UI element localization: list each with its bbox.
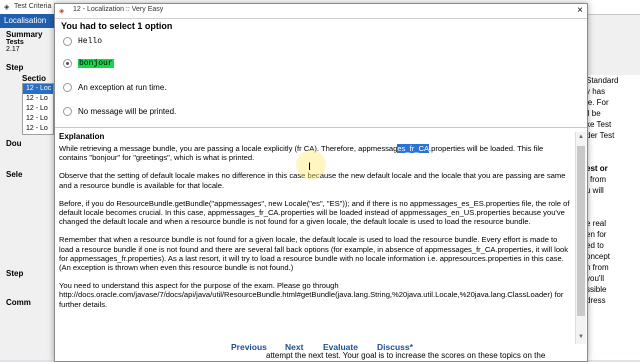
right-panel-text: Standard y has le. For ll be ke Test der… xyxy=(586,75,640,360)
option-label: bonjour xyxy=(78,59,114,69)
mouse-cursor-icon: I xyxy=(308,161,312,173)
option-no-message[interactable]: No message will be printed. xyxy=(63,107,176,121)
section-list[interactable]: 12 - Loc 12 - Lo 12 - Lo 12 - Lo 12 - Lo xyxy=(22,83,54,135)
text-line: oncept xyxy=(586,252,611,261)
text-line: n from xyxy=(586,263,609,272)
radio-button[interactable] xyxy=(63,59,72,69)
app-icon: ◈ xyxy=(59,8,65,15)
text-line xyxy=(586,207,640,218)
text-line xyxy=(586,141,640,152)
text-line: der Test xyxy=(586,131,615,140)
text-line xyxy=(586,196,640,207)
text-line: dress xyxy=(586,296,606,305)
radio-button[interactable] xyxy=(63,107,72,117)
explanation-heading: Explanation xyxy=(59,132,105,141)
question-dialog: ◈ 12 - Localization :: Very Easy × You h… xyxy=(54,3,588,362)
list-item[interactable]: 12 - Lo xyxy=(23,114,53,124)
option-label: Hello xyxy=(78,37,103,47)
text-line xyxy=(586,152,640,163)
divider xyxy=(55,127,587,128)
explanation-paragraph: Before, if you do ResourceBundle.getBund… xyxy=(59,198,570,227)
tests-label: Tests xyxy=(6,39,24,46)
radio-button[interactable] xyxy=(63,83,72,93)
text-line: le. For xyxy=(586,98,609,107)
close-icon[interactable]: × xyxy=(573,4,587,18)
background-window-title: Test Criteria xyxy=(14,3,52,10)
text-line: ssible xyxy=(586,285,607,294)
option-hello[interactable]: Hello xyxy=(63,37,102,51)
radio-button[interactable] xyxy=(63,37,72,47)
text-line: en for xyxy=(586,230,607,239)
text-line: y has xyxy=(586,87,606,96)
option-exception[interactable]: An exception at run time. xyxy=(63,83,167,97)
dialog-title-bar[interactable]: ◈ 12 - Localization :: Very Easy × xyxy=(55,4,587,19)
text-line: ed to xyxy=(586,241,604,250)
text-line: you'll xyxy=(586,274,604,283)
list-item[interactable]: 12 - Loc xyxy=(23,84,53,94)
text-line: est or xyxy=(586,164,608,173)
text-line: l from xyxy=(586,175,606,184)
text-line: ke Test xyxy=(586,120,612,129)
option-label: An exception at run time. xyxy=(78,83,167,93)
summary-label: Summary xyxy=(6,30,43,39)
background-footer-text: attempt the next test. Your goal is to i… xyxy=(266,351,546,360)
scroll-down-icon[interactable]: ▼ xyxy=(576,332,586,342)
text-line: Standard xyxy=(586,76,619,85)
dou-label: Dou xyxy=(6,139,22,148)
explanation-paragraph: You need to understand this aspect for t… xyxy=(59,281,564,309)
step-label-2: Step xyxy=(6,269,24,278)
left-panel: Summary Tests 2.17 Step Sectio 12 - Loc … xyxy=(6,30,54,360)
steps-label: Step xyxy=(6,63,24,72)
app-icon: ◈ xyxy=(4,4,10,11)
question-text: You had to select 1 option xyxy=(61,21,173,31)
dialog-title: 12 - Localization :: Very Easy xyxy=(73,6,164,13)
scroll-up-icon[interactable]: ▲ xyxy=(576,132,586,142)
explanation-scrollbar[interactable]: ▲ ▼ xyxy=(575,132,586,344)
option-label: No message will be printed. xyxy=(78,107,177,117)
explanation-paragraph: Remember that when a resource bundle is … xyxy=(59,235,569,273)
list-item[interactable]: 12 - Lo xyxy=(23,94,53,104)
text-span: While retrieving a message bundle, you a… xyxy=(59,144,398,153)
selected-text: es_fr_CA xyxy=(397,144,430,153)
previous-button[interactable]: Previous xyxy=(231,342,267,352)
version-text: 2.17 xyxy=(6,46,20,53)
text-line: u will xyxy=(586,186,604,195)
list-item[interactable]: 12 - Lo xyxy=(23,104,53,114)
list-item[interactable]: 12 - Lo xyxy=(23,124,53,134)
option-bonjour[interactable]: bonjour xyxy=(63,59,114,73)
text-line: e real xyxy=(586,219,607,228)
scroll-thumb[interactable] xyxy=(577,146,585,316)
text-line: ll be xyxy=(586,109,601,118)
section-label: Sectio xyxy=(22,74,47,83)
com-label: Comm xyxy=(6,298,31,307)
sel-label: Sele xyxy=(6,170,23,179)
